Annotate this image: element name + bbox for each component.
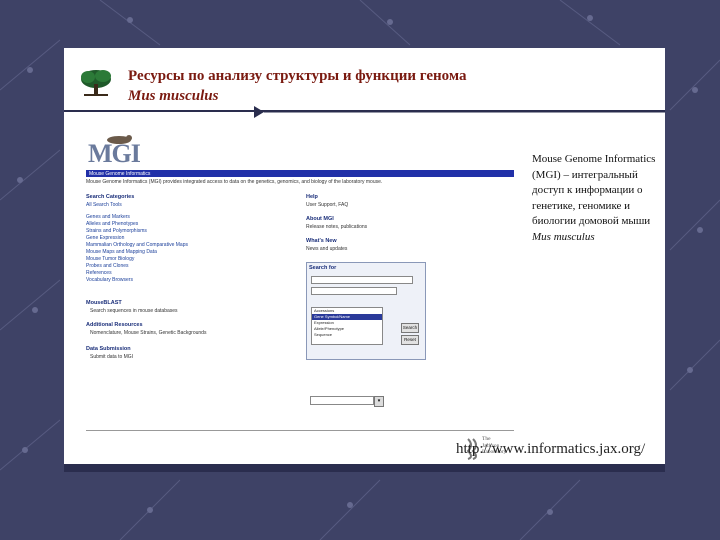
whats-new-title[interactable]: What's New: [306, 238, 337, 244]
category-link[interactable]: Gene Expression: [86, 235, 124, 241]
footer-divider: [86, 430, 514, 431]
search-button[interactable]: Search: [401, 323, 419, 333]
reset-button[interactable]: Reset: [401, 335, 419, 345]
mgi-description: Mouse Genome Informatics (MGI) – интегра…: [532, 152, 660, 245]
slide-title: Ресурсы по анализу структуры и функции г…: [128, 68, 467, 84]
slide-bottom-band: [64, 464, 665, 472]
additional-resources-title[interactable]: Additional Resources: [86, 322, 143, 328]
about-mgi-desc: Release notes, publications: [306, 224, 368, 230]
mgi-website-screenshot: MGI Mouse Genome Informatics Mouse Genom…: [84, 132, 514, 464]
category-link[interactable]: References: [86, 270, 112, 276]
about-mgi-title[interactable]: About MGI: [306, 216, 334, 222]
slide-subtitle-species: Mus musculus: [128, 88, 219, 104]
data-submission-title[interactable]: Data Submission: [86, 346, 131, 352]
category-link[interactable]: Mouse Maps and Mapping Data: [86, 249, 157, 255]
dropdown-arrow-button[interactable]: ▾: [374, 396, 384, 407]
category-link[interactable]: Alleles and Phenotypes: [86, 221, 138, 227]
help-desc: User Support, FAQ: [306, 202, 349, 208]
search-categories-title: Search Categories: [86, 194, 135, 200]
bottom-dropdown[interactable]: [310, 396, 374, 405]
help-title[interactable]: Help: [306, 194, 318, 200]
mgi-header-bar-text: Mouse Genome Informatics: [89, 170, 151, 177]
slide-header: Ресурсы по анализу структуры и функции г…: [64, 48, 665, 118]
title-divider: [64, 106, 665, 118]
search-input[interactable]: [311, 287, 397, 295]
mgi-logo[interactable]: MGI: [88, 138, 141, 170]
category-link[interactable]: Mouse Tumor Biology: [86, 256, 134, 262]
mgi-intro-text: Mouse Genome Informatics (MGI) provides …: [86, 179, 383, 185]
description-main: Mouse Genome Informatics (MGI) – интегра…: [532, 153, 656, 227]
search-category-listbox[interactable]: Accessions Gene Symbol/Name Expression A…: [311, 307, 383, 345]
category-link[interactable]: Genes and Markers: [86, 214, 130, 220]
description-species: Mus musculus: [532, 230, 595, 243]
data-submission-desc: Submit data to MGI: [90, 354, 134, 360]
whats-new-desc: News and updates: [306, 246, 348, 252]
tree-logo-icon: [81, 70, 111, 96]
additional-resources-desc: Nomenclature, Mouse Strains, Genetic Bac…: [90, 330, 207, 336]
slide: Ресурсы по анализу структуры и функции г…: [64, 48, 665, 472]
category-link[interactable]: Strains and Polymorphisms: [86, 228, 147, 234]
search-type-select[interactable]: [311, 276, 413, 284]
search-for-label: Search for: [309, 265, 337, 271]
quick-search-panel: Search for Accessions Gene Symbol/Name E…: [306, 262, 426, 360]
mouseblast-desc: Search sequences in mouse databases: [90, 308, 178, 314]
mgi-url[interactable]: http://www.informatics.jax.org/: [456, 441, 645, 458]
listbox-option[interactable]: Sequence: [312, 332, 382, 338]
mgi-header-bar: Mouse Genome Informatics: [86, 170, 514, 177]
category-link[interactable]: Mammalian Orthology and Comparative Maps: [86, 242, 188, 248]
category-link[interactable]: Vocabulary Browsers: [86, 277, 133, 283]
mouseblast-title[interactable]: MouseBLAST: [86, 300, 122, 306]
category-link[interactable]: Probes and Clones: [86, 263, 129, 269]
all-search-tools-link[interactable]: All Search Tools: [86, 202, 122, 208]
